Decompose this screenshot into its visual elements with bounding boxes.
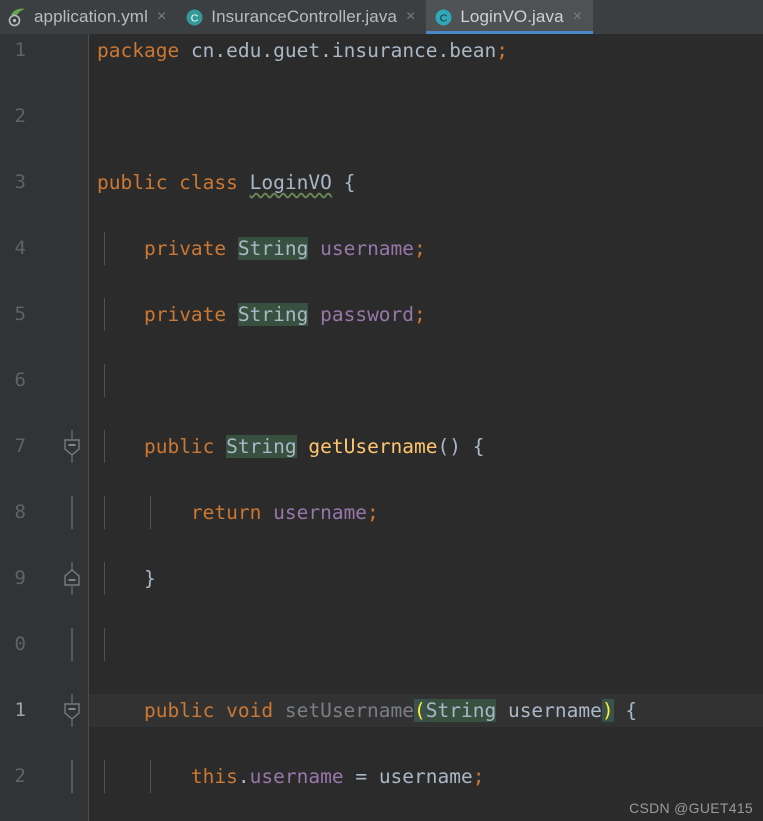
- tab-label: LoginVO.java: [460, 7, 564, 26]
- search-match: String: [237, 303, 309, 326]
- editor-line[interactable]: 1 package cn.edu.guet.insurance.bean;: [0, 34, 763, 67]
- editor-line[interactable]: 7 public String getUsername() {: [0, 430, 763, 463]
- line-content[interactable]: public void setUsername(String username)…: [89, 694, 763, 727]
- search-match: String: [237, 237, 309, 260]
- editor-line[interactable]: 2 this.username = username;: [0, 760, 763, 793]
- fold-end-icon[interactable]: [60, 562, 84, 595]
- line-number: 4: [14, 237, 26, 259]
- line-content[interactable]: [89, 364, 763, 397]
- editor-line[interactable]: 4 private String username;: [0, 232, 763, 265]
- spring-boot-yaml-icon: [8, 8, 27, 27]
- line-number: 6: [14, 369, 26, 391]
- tab-login-vo-java[interactable]: C LoginVO.java ×: [426, 0, 593, 34]
- spelling-warning: LoginVO: [249, 171, 332, 194]
- line-number: 1: [14, 699, 26, 721]
- close-icon[interactable]: ×: [155, 9, 168, 25]
- editor-line[interactable]: 6: [0, 364, 763, 397]
- editor-line[interactable]: 2: [0, 100, 763, 133]
- line-content[interactable]: }: [89, 562, 763, 595]
- matched-paren: ): [601, 699, 614, 722]
- line-number: 2: [14, 105, 26, 127]
- close-icon[interactable]: ×: [571, 9, 584, 25]
- editor-tab-bar: application.yml × C InsuranceController.…: [0, 0, 763, 34]
- close-icon[interactable]: ×: [404, 9, 417, 25]
- line-number: 7: [14, 435, 26, 457]
- matched-paren: (: [414, 699, 426, 722]
- editor-line[interactable]: 5 private String password;: [0, 298, 763, 331]
- svg-text:C: C: [191, 12, 199, 24]
- line-number: 1: [14, 39, 26, 61]
- fold-outline-line: [60, 628, 84, 661]
- line-content[interactable]: this.username = username;: [89, 760, 763, 793]
- tab-application-yml[interactable]: application.yml ×: [0, 0, 177, 34]
- line-content[interactable]: public String getUsername() {: [89, 430, 763, 463]
- editor-line-current[interactable]: 1 public void setUsername(String usernam…: [0, 694, 763, 727]
- code-editor[interactable]: 1 package cn.edu.guet.insurance.bean; 2 …: [0, 34, 763, 821]
- editor-line[interactable]: 9 }: [0, 562, 763, 595]
- line-number: 2: [14, 765, 26, 787]
- line-number: 3: [14, 171, 26, 193]
- line-content[interactable]: [89, 100, 763, 133]
- fold-body-line: [60, 760, 84, 793]
- search-match: String: [425, 699, 497, 722]
- java-class-icon: C: [434, 8, 453, 27]
- csdn-watermark: CSDN @GUET415: [629, 800, 753, 816]
- line-number: 5: [14, 303, 26, 325]
- java-class-icon: C: [185, 8, 204, 27]
- tab-label: application.yml: [34, 7, 148, 26]
- line-content[interactable]: return username;: [89, 496, 763, 529]
- line-number: 8: [14, 501, 26, 523]
- editor-line[interactable]: 0: [0, 628, 763, 661]
- svg-text:C: C: [440, 12, 448, 24]
- tab-label: InsuranceController.java: [211, 7, 398, 26]
- fold-body-line: [60, 496, 84, 529]
- line-content[interactable]: private String username;: [89, 232, 763, 265]
- line-content[interactable]: private String password;: [89, 298, 763, 331]
- tab-insurance-controller-java[interactable]: C InsuranceController.java ×: [177, 0, 426, 34]
- editor-line[interactable]: 3 public class LoginVO {: [0, 166, 763, 199]
- line-number: 0: [14, 633, 26, 655]
- line-content[interactable]: package cn.edu.guet.insurance.bean;: [89, 34, 763, 67]
- fold-start-icon[interactable]: [60, 430, 84, 463]
- search-match: String: [226, 435, 297, 458]
- editor-line[interactable]: 8 return username;: [0, 496, 763, 529]
- line-content[interactable]: public class LoginVO {: [89, 166, 763, 199]
- fold-start-icon[interactable]: [60, 694, 84, 727]
- line-content[interactable]: [89, 628, 763, 661]
- line-number: 9: [14, 567, 26, 589]
